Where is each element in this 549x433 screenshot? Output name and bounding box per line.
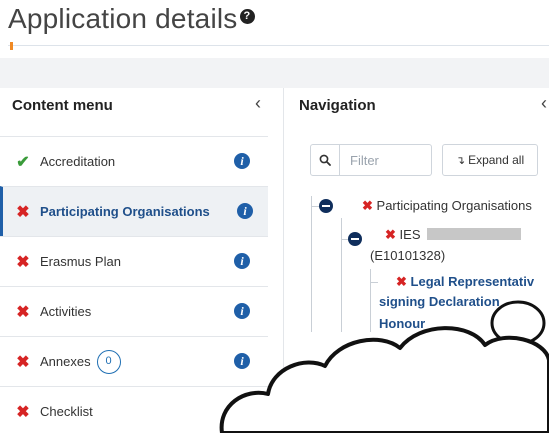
question-circle-icon[interactable]: ? bbox=[239, 9, 255, 24]
filter-input[interactable] bbox=[340, 144, 432, 176]
page-title-text: Application details bbox=[8, 3, 238, 34]
expand-arrow-icon: ↴ bbox=[455, 154, 466, 167]
menu-item-participating-organisations[interactable]: ✖ Participating Organisations i bbox=[0, 186, 268, 236]
tree-node-label: IES bbox=[399, 227, 421, 242]
tree-connector bbox=[341, 218, 342, 332]
menu-item-accreditation[interactable]: ✔ Accreditation i bbox=[0, 136, 268, 186]
cross-icon: ✖ bbox=[16, 403, 30, 421]
search-button[interactable] bbox=[310, 144, 340, 176]
search-icon bbox=[319, 154, 331, 166]
tree-node-label: Participating Organisations bbox=[376, 198, 532, 213]
header-spacer bbox=[0, 58, 549, 88]
content-menu-panel: Content menu ‹ ✔ Accreditation i ✖ Parti… bbox=[0, 88, 283, 433]
tree-connector bbox=[370, 269, 371, 332]
menu-item-label: Participating Organisations bbox=[40, 204, 210, 219]
cross-icon: ✖ bbox=[362, 198, 373, 213]
navigation-title: Navigation bbox=[299, 97, 376, 114]
navigation-panel: Navigation ‹ ↴ Expand all ✖ Participatin… bbox=[284, 88, 549, 433]
tree-node-participating-organisations[interactable]: ✖ Participating Organisations bbox=[362, 196, 532, 215]
chevron-left-icon[interactable]: ‹ bbox=[541, 93, 547, 114]
info-icon[interactable]: i bbox=[234, 303, 250, 319]
collapse-toggle-icon[interactable] bbox=[348, 232, 362, 246]
cross-icon: ✖ bbox=[16, 203, 30, 221]
info-icon[interactable]: i bbox=[237, 203, 253, 219]
collapse-toggle-icon[interactable] bbox=[319, 199, 333, 213]
menu-item-label: Annexes bbox=[40, 354, 91, 369]
cross-icon: ✖ bbox=[396, 274, 407, 289]
expand-all-button[interactable]: ↴ Expand all bbox=[442, 144, 538, 176]
chevron-left-icon[interactable]: ‹ bbox=[255, 93, 261, 114]
page-header: Application details? bbox=[0, 0, 549, 58]
menu-item-label: Activities bbox=[40, 304, 92, 319]
cross-icon: ✖ bbox=[16, 253, 30, 271]
tree-node-label: Legal Representativ bbox=[410, 274, 535, 289]
menu-item-annexes[interactable]: ✖ Annexes 0 i bbox=[0, 336, 268, 386]
page-title: Application details? bbox=[8, 3, 255, 35]
header-accent-mark bbox=[10, 42, 13, 50]
menu-item-activities[interactable]: ✖ Activities i bbox=[0, 286, 268, 336]
menu-item-label: Erasmus Plan bbox=[40, 254, 121, 269]
menu-item-erasmus-plan[interactable]: ✖ Erasmus Plan i bbox=[0, 236, 268, 286]
info-icon[interactable]: i bbox=[234, 253, 250, 269]
navigation-toolbar: ↴ Expand all bbox=[310, 144, 538, 177]
content-menu-title: Content menu bbox=[12, 97, 113, 114]
tree-connector bbox=[311, 196, 312, 332]
tree-node-org-code: (E10101328) bbox=[370, 248, 446, 263]
header-divider bbox=[8, 45, 549, 46]
info-icon[interactable]: i bbox=[234, 353, 250, 369]
tree-node-label-line[interactable]: Honour bbox=[379, 314, 425, 333]
tree-node-organisation[interactable]: ✖ IES bbox=[385, 225, 521, 244]
cross-icon: ✖ bbox=[16, 303, 30, 321]
menu-item-checklist[interactable]: ✖ Checklist bbox=[0, 386, 268, 433]
info-icon[interactable]: i bbox=[234, 153, 250, 169]
check-icon: ✔ bbox=[16, 153, 30, 171]
menu-item-label: Checklist bbox=[40, 404, 93, 419]
expand-all-label: Expand all bbox=[468, 153, 525, 167]
menu-item-label: Accreditation bbox=[40, 154, 116, 169]
tree-node-label-line[interactable]: signing Declaration bbox=[379, 292, 500, 311]
content-menu-list: ✔ Accreditation i ✖ Participating Organi… bbox=[0, 136, 268, 433]
cross-icon: ✖ bbox=[16, 353, 30, 371]
cross-icon: ✖ bbox=[385, 227, 396, 242]
annexes-count-badge: 0 bbox=[96, 349, 121, 374]
tree-connector bbox=[370, 282, 378, 283]
redacted-block bbox=[426, 228, 521, 240]
tree-node-legal-representative[interactable]: ✖ Legal Representativ bbox=[396, 272, 534, 291]
